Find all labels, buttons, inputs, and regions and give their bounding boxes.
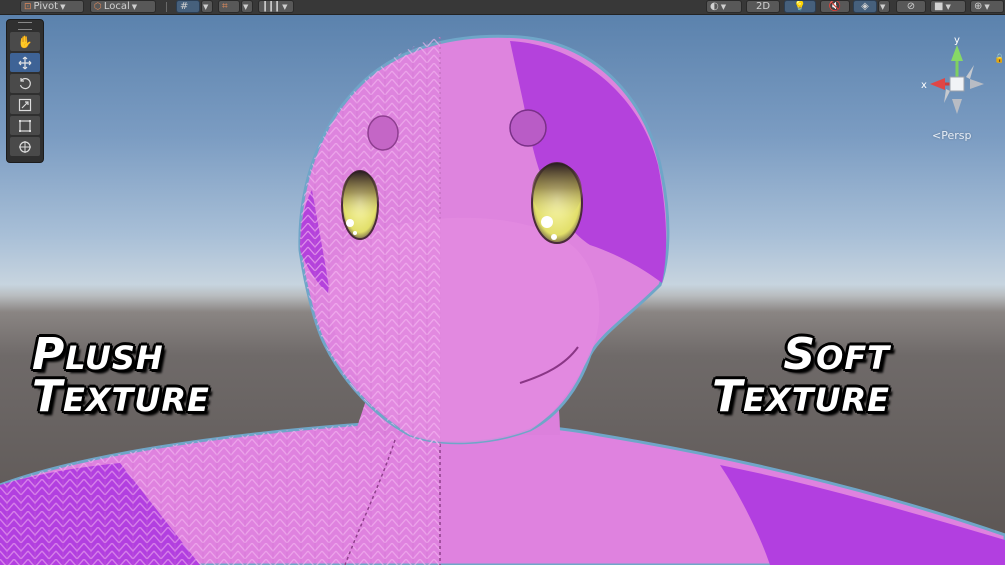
chevron-down-icon: ▼ [984, 2, 990, 11]
hand-tool-button[interactable]: ✋ [10, 32, 40, 51]
title-initial: S [783, 329, 817, 380]
lock-icon[interactable]: 🔒 [994, 53, 1002, 64]
draw-mode-dropdown[interactable]: ◐ ▼ [706, 0, 742, 13]
scale-tool-button[interactable] [10, 95, 40, 114]
effects-dropdown[interactable]: ▼ [878, 0, 890, 13]
increment-snap-button[interactable]: ⌗ [218, 0, 240, 13]
projection-label: Persp [941, 129, 972, 142]
gizmos-dropdown[interactable]: ⊕ ▼ [970, 0, 1004, 13]
rotate-icon [19, 77, 31, 89]
chevron-down-icon: ▼ [945, 2, 951, 11]
head-mesh [298, 34, 670, 447]
x-axis-cone[interactable] [930, 78, 945, 90]
increment-snap-dropdown[interactable]: ▼ [241, 0, 253, 13]
move-tool-button[interactable] [10, 53, 40, 72]
pivot-icon: ⊡ [24, 1, 32, 12]
toolbar-divider [166, 2, 167, 12]
2d-label: 2D [755, 0, 771, 12]
grid-snap-dropdown[interactable]: ▼ [201, 0, 213, 13]
ruler-dropdown[interactable]: ┃┃┃ ▼ [258, 0, 294, 13]
title-rest: EXTURE [63, 381, 210, 419]
chevron-down-icon: ▼ [282, 2, 288, 11]
chevron-down-icon: ▼ [880, 2, 886, 11]
neg-x-axis-cone[interactable] [970, 79, 984, 89]
pivot-label: Pivot [33, 0, 59, 12]
chevron-down-icon: ▼ [720, 2, 727, 11]
neg-z-axis-cone[interactable] [966, 65, 974, 79]
rotate-tool-button[interactable] [10, 74, 40, 93]
y-axis-label: y [954, 37, 960, 46]
center-cube[interactable] [949, 76, 965, 92]
character-model [0, 34, 1005, 565]
transform-icon [19, 140, 31, 153]
scene-toolbar: ⊡ Pivot ▼ ⬡ Local ▼ # ▼ ⌗ ▼ ┃┃┃ ▼ ◐ ▼ 2D… [0, 0, 1005, 15]
grid-snap-icon: # [180, 0, 189, 12]
title-rest: OFT [816, 339, 890, 377]
chevron-down-icon: ▼ [60, 2, 66, 11]
light-bulb-icon: 💡 [793, 0, 807, 12]
x-axis-label: x [921, 80, 927, 91]
soft-texture-title: SOFT TEXTURE [640, 333, 890, 419]
rect-tool-button[interactable] [10, 116, 40, 135]
projection-toggle[interactable]: <Persp [932, 129, 971, 142]
title-rest: LUSH [65, 339, 164, 377]
layers-icon: ◈ [861, 0, 869, 12]
effects-toggle-button[interactable]: ◈ [853, 0, 877, 13]
shading-icon: ◐ [710, 0, 719, 12]
y-axis-cone[interactable] [951, 45, 963, 61]
lighting-toggle-button[interactable]: 💡 [784, 0, 816, 13]
move-arrows-icon [18, 56, 32, 69]
title-rest: EXTURE [743, 381, 890, 419]
local-dropdown[interactable]: ⬡ Local ▼ [90, 0, 156, 13]
z-axis-cone[interactable] [944, 89, 950, 103]
transform-tool-button[interactable] [10, 137, 40, 156]
hand-icon: ✋ [17, 34, 33, 49]
local-icon: ⬡ [94, 1, 102, 12]
title-initial: T [32, 371, 64, 422]
neg-y-axis-cone[interactable] [952, 99, 962, 114]
scale-icon [18, 98, 32, 111]
plush-texture-title: PLUSH TEXTURE [32, 333, 210, 419]
camera-icon: ■ [934, 0, 944, 12]
title-initial: T [712, 371, 744, 422]
rect-icon [19, 119, 31, 132]
2d-toggle-button[interactable]: 2D [746, 0, 780, 13]
grid-snapping-button[interactable]: # [176, 0, 200, 13]
pivot-dropdown[interactable]: ⊡ Pivot ▼ [20, 0, 84, 13]
globe-icon: ⊕ [974, 0, 983, 12]
hidden-objects-toggle[interactable]: ⊘ [896, 0, 926, 13]
chevron-down-icon: ▼ [243, 2, 249, 11]
tool-palette: ✋ [6, 19, 44, 163]
local-label: Local [103, 0, 130, 12]
speaker-mute-icon: 🔇 [828, 0, 842, 12]
scene-viewport[interactable]: y x 🔒 <Persp PLUSH TEXTURE SOFT TEXTURE [0, 15, 1005, 565]
chevron-down-icon: ▼ [131, 2, 138, 11]
audio-toggle-button[interactable]: 🔇 [820, 0, 850, 13]
palette-grip-icon[interactable] [18, 22, 32, 30]
camera-dropdown[interactable]: ■ ▼ [930, 0, 966, 13]
body-mesh [0, 420, 1005, 565]
scene-view-window: ⊡ Pivot ▼ ⬡ Local ▼ # ▼ ⌗ ▼ ┃┃┃ ▼ ◐ ▼ 2D… [0, 0, 1005, 565]
ruler-icon: ┃┃┃ [262, 0, 281, 12]
snap-icon: ⌗ [222, 0, 228, 12]
eye-slash-icon: ⊘ [906, 0, 916, 12]
perspective-icon: < [932, 129, 942, 142]
chevron-down-icon: ▼ [203, 2, 209, 11]
